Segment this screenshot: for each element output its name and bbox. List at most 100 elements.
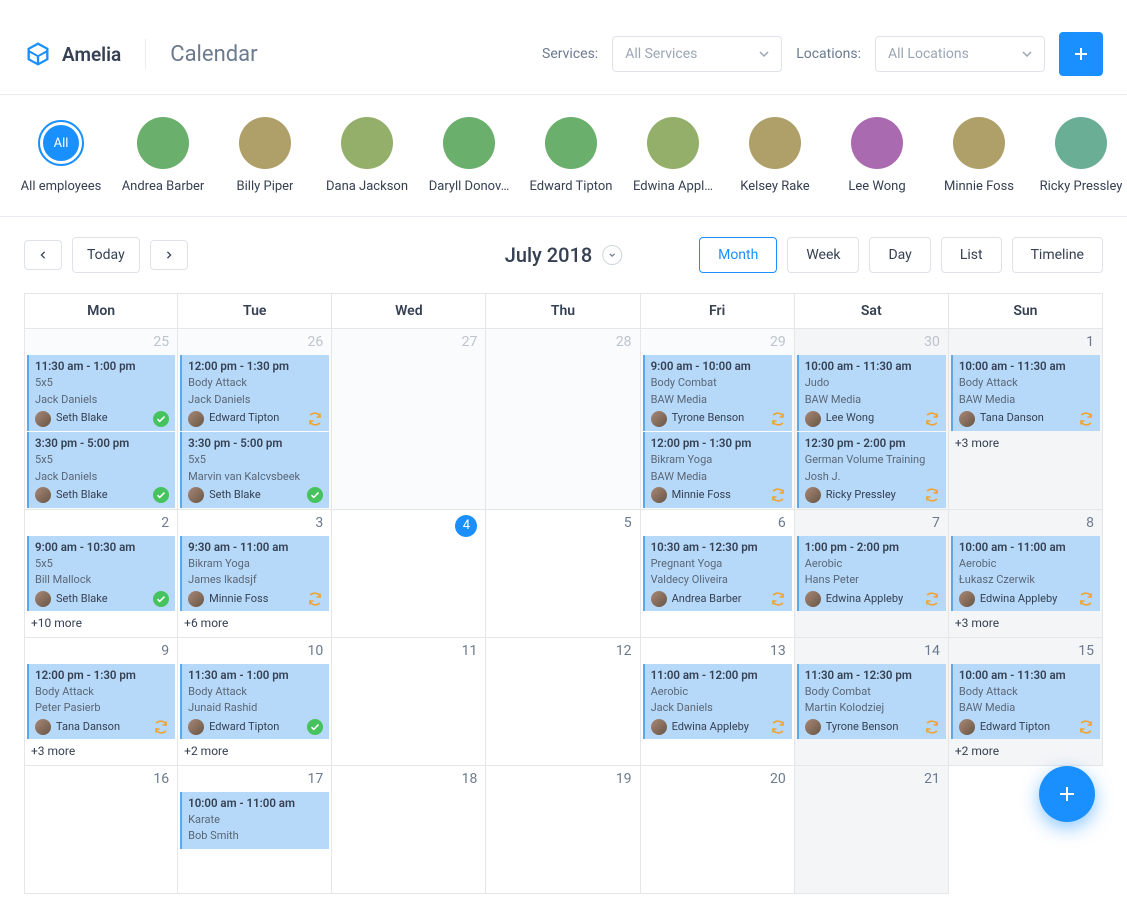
view-month[interactable]: Month bbox=[699, 237, 777, 273]
view-day[interactable]: Day bbox=[869, 237, 930, 273]
employee-filter-row: AllAll employees Andrea Barber Billy Piper… bbox=[0, 95, 1127, 217]
employee-filter[interactable]: Lee Wong bbox=[840, 117, 914, 194]
calendar-cell[interactable]: 21 bbox=[795, 766, 949, 894]
employee-name: All employees bbox=[21, 179, 102, 194]
view-list[interactable]: List bbox=[941, 237, 1002, 273]
calendar-cell[interactable]: 20 bbox=[641, 766, 795, 894]
calendar-event[interactable]: 10:00 am - 11:00 amKarateBob Smith bbox=[180, 792, 329, 849]
fab-add-button[interactable] bbox=[1039, 766, 1095, 822]
calendar-cell[interactable]: 810:00 am - 11:00 amAerobicŁukasz Czerwi… bbox=[949, 510, 1103, 638]
calendar-event[interactable]: 11:30 am - 1:00 pm5x5Jack DanielsSeth Bl… bbox=[27, 355, 175, 431]
day-number: 9 bbox=[25, 638, 177, 664]
calendar-cell[interactable]: 912:00 pm - 1:30 pmBody AttackPeter Pasi… bbox=[24, 638, 178, 766]
next-button[interactable] bbox=[150, 240, 188, 270]
day-number: 7 bbox=[795, 510, 948, 536]
calendar-event[interactable]: 1:00 pm - 2:00 pmAerobicHans PeterEdwina… bbox=[797, 536, 946, 612]
employee-filter[interactable]: Kelsey Rake bbox=[738, 117, 812, 194]
calendar-event[interactable]: 10:00 am - 11:30 amBody AttackBAW MediaE… bbox=[951, 664, 1100, 740]
employee-filter[interactable]: Andrea Barber bbox=[126, 117, 200, 194]
calendar-cell[interactable]: 5 bbox=[486, 510, 640, 638]
calendar-cell[interactable]: 4 bbox=[332, 510, 486, 638]
more-link[interactable]: +6 more bbox=[178, 612, 331, 634]
event-attendee: Seth Blake bbox=[209, 487, 302, 504]
calendar-cell[interactable]: 1011:30 am - 1:00 pmBody AttackJunaid Ra… bbox=[178, 638, 332, 766]
calendar-cell[interactable]: 29:00 am - 10:30 am5x5Bill MallockSeth B… bbox=[24, 510, 178, 638]
calendar-cell[interactable]: 27 bbox=[332, 329, 486, 510]
calendar-cell[interactable]: 610:30 am - 12:30 pmPregnant YogaValdecy… bbox=[641, 510, 795, 638]
check-icon bbox=[153, 411, 169, 427]
calendar-cell[interactable]: 71:00 pm - 2:00 pmAerobicHans PeterEdwin… bbox=[795, 510, 949, 638]
add-button[interactable] bbox=[1059, 32, 1103, 76]
calendar-event[interactable]: 3:30 pm - 5:00 pm5x5Jack DanielsSeth Bla… bbox=[27, 432, 175, 508]
avatar bbox=[749, 117, 801, 169]
calendar-event[interactable]: 3:30 pm - 5:00 pm5x5Marvin van Kalcvsbee… bbox=[180, 432, 329, 508]
day-number: 18 bbox=[332, 766, 485, 792]
calendar-cell[interactable]: 1311:00 am - 12:00 pmAerobicJack Daniels… bbox=[641, 638, 795, 766]
calendar-cell[interactable]: 2612:00 pm - 1:30 pmBody AttackJack Dani… bbox=[178, 329, 332, 510]
calendar-cell[interactable]: 3010:00 am - 11:30 amJudoBAW MediaLee Wo… bbox=[795, 329, 949, 510]
calendar-event[interactable]: 11:30 am - 1:00 pmBody AttackJunaid Rash… bbox=[180, 664, 329, 740]
calendar-event[interactable]: 10:00 am - 11:30 amJudoBAW MediaLee Wong bbox=[797, 355, 946, 431]
calendar-cell[interactable]: 19 bbox=[486, 766, 640, 894]
calendar-cell[interactable]: 16 bbox=[24, 766, 178, 894]
employee-filter[interactable]: Daryll Donov… bbox=[432, 117, 506, 194]
employee-filter[interactable]: Minnie Foss bbox=[942, 117, 1016, 194]
employee-filter[interactable]: Ricky Pressley bbox=[1044, 117, 1118, 194]
calendar-cell[interactable]: 28 bbox=[486, 329, 640, 510]
more-link[interactable]: +2 more bbox=[178, 740, 331, 762]
services-select[interactable]: All Services bbox=[612, 36, 782, 72]
calendar-event[interactable]: 9:00 am - 10:30 am5x5Bill MallockSeth Bl… bbox=[27, 536, 175, 612]
event-attendee: Lee Wong bbox=[826, 410, 919, 427]
day-number: 10 bbox=[178, 638, 331, 664]
event-time: 9:00 am - 10:30 am bbox=[35, 539, 169, 556]
more-link[interactable]: +3 more bbox=[949, 432, 1102, 454]
calendar-event[interactable]: 9:30 am - 11:00 amBikram YogaJames lkads… bbox=[180, 536, 329, 612]
calendar-event[interactable]: 12:00 pm - 1:30 pmBikram YogaBAW MediaMi… bbox=[643, 432, 792, 508]
more-link[interactable]: +10 more bbox=[25, 612, 177, 634]
sync-icon bbox=[153, 719, 169, 735]
view-timeline[interactable]: Timeline bbox=[1012, 237, 1103, 273]
more-link[interactable]: +2 more bbox=[949, 740, 1102, 762]
employee-filter[interactable]: Dana Jackson bbox=[330, 117, 404, 194]
calendar-cell[interactable]: 1710:00 am - 11:00 amKarateBob Smith bbox=[178, 766, 332, 894]
calendar-event[interactable]: 12:00 pm - 1:30 pmBody AttackPeter Pasie… bbox=[27, 664, 175, 740]
calendar-event[interactable]: 10:00 am - 11:00 amAerobicŁukasz Czerwik… bbox=[951, 536, 1100, 612]
calendar-event[interactable]: 9:00 am - 10:00 amBody CombatBAW MediaTy… bbox=[643, 355, 792, 431]
more-link[interactable]: +3 more bbox=[25, 740, 177, 762]
calendar-event[interactable]: 10:00 am - 11:30 amBody AttackBAW MediaT… bbox=[951, 355, 1100, 431]
employee-name: Kelsey Rake bbox=[740, 179, 809, 194]
employee-filter[interactable]: Edwina Appl… bbox=[636, 117, 710, 194]
more-link[interactable]: +3 more bbox=[949, 612, 1102, 634]
calendar-event[interactable]: 12:00 pm - 1:30 pmBody AttackJack Daniel… bbox=[180, 355, 329, 431]
event-location: James lkadsjf bbox=[188, 572, 323, 589]
view-switcher: Month Week Day List Timeline bbox=[699, 237, 1103, 273]
event-time: 9:00 am - 10:00 am bbox=[651, 358, 786, 375]
calendar-cell[interactable]: 1510:00 am - 11:30 amBody AttackBAW Medi… bbox=[949, 638, 1103, 766]
calendar-cell[interactable]: 18 bbox=[332, 766, 486, 894]
employee-filter[interactable]: AllAll employees bbox=[24, 117, 98, 194]
calendar-event[interactable]: 12:30 pm - 2:00 pmGerman Volume Training… bbox=[797, 432, 946, 508]
calendar-cell[interactable]: 110:00 am - 11:30 amBody AttackBAW Media… bbox=[949, 329, 1103, 510]
event-service: 5x5 bbox=[35, 375, 169, 392]
locations-select[interactable]: All Locations bbox=[875, 36, 1045, 72]
calendar-cell[interactable]: 39:30 am - 11:00 amBikram YogaJames lkad… bbox=[178, 510, 332, 638]
prev-button[interactable] bbox=[24, 240, 62, 270]
calendar-cell[interactable]: 11 bbox=[332, 638, 486, 766]
employee-filter[interactable]: Billy Piper bbox=[228, 117, 302, 194]
today-button[interactable]: Today bbox=[72, 237, 140, 273]
event-location: BAW Media bbox=[959, 392, 1094, 409]
calendar-cell[interactable]: 12 bbox=[486, 638, 640, 766]
event-location: Łukasz Czerwik bbox=[959, 572, 1094, 589]
calendar-cell[interactable]: 2511:30 am - 1:00 pm5x5Jack DanielsSeth … bbox=[24, 329, 178, 510]
view-week[interactable]: Week bbox=[787, 237, 859, 273]
logo-icon bbox=[24, 40, 52, 68]
calendar-event[interactable]: 10:30 am - 12:30 pmPregnant YogaValdecy … bbox=[643, 536, 792, 612]
avatar bbox=[545, 117, 597, 169]
calendar-event[interactable]: 11:30 am - 12:30 pmBody CombatMartin Kol… bbox=[797, 664, 946, 740]
employee-filter[interactable]: Edward Tipton bbox=[534, 117, 608, 194]
calendar-event[interactable]: 11:00 am - 12:00 pmAerobicJack DanielsEd… bbox=[643, 664, 792, 740]
calendar-cell[interactable]: 1411:30 am - 12:30 pmBody CombatMartin K… bbox=[795, 638, 949, 766]
calendar-cell[interactable]: 299:00 am - 10:00 amBody CombatBAW Media… bbox=[641, 329, 795, 510]
month-dropdown[interactable] bbox=[602, 245, 622, 265]
logo[interactable]: Amelia bbox=[24, 40, 121, 68]
